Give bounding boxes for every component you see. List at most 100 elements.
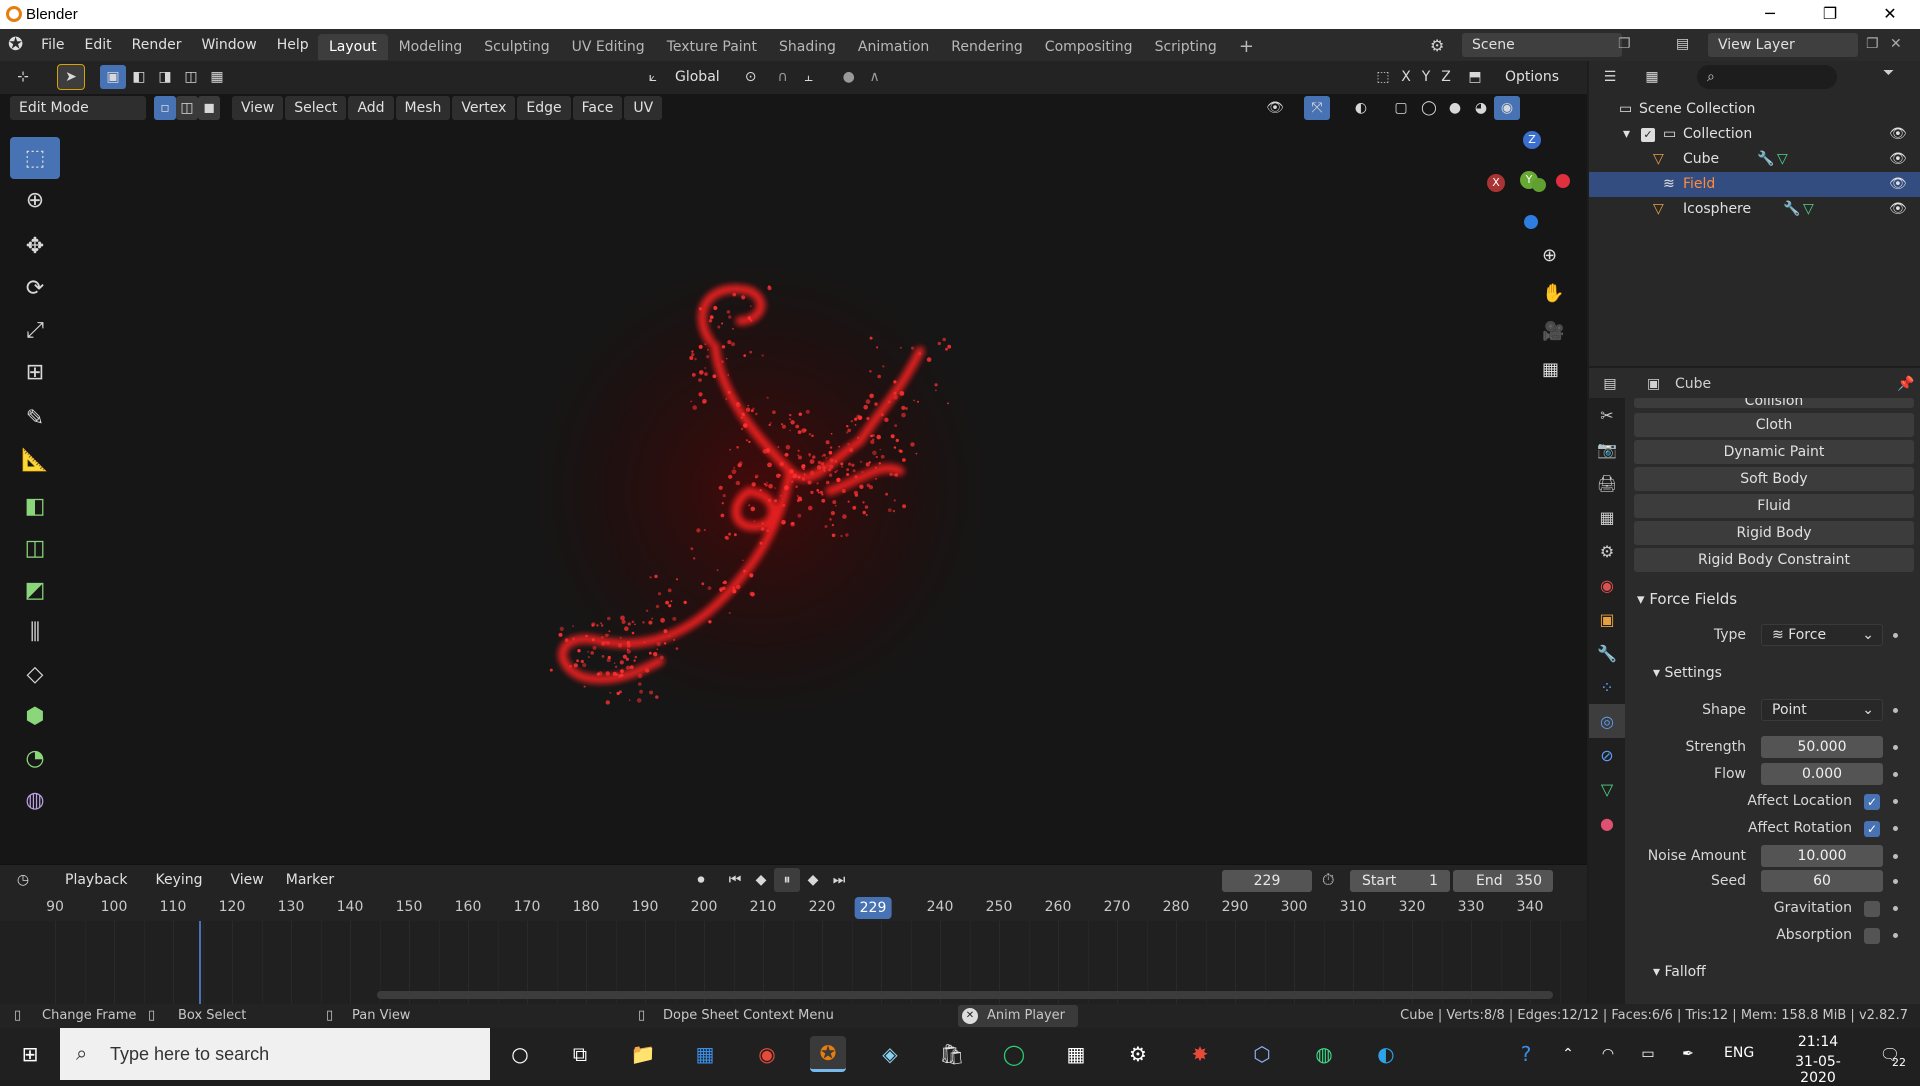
cube-data-icon[interactable]: ▽ bbox=[1777, 147, 1788, 172]
shape-keyframe-dot[interactable] bbox=[1893, 708, 1898, 713]
visibility-icon[interactable]: 👁 bbox=[1262, 96, 1288, 120]
rigid-body-constraint-button[interactable]: Rigid Body Constraint bbox=[1634, 548, 1914, 572]
transform-tool-icon[interactable]: ⊞ bbox=[10, 351, 60, 393]
snap-target-icon[interactable]: ⫠ bbox=[796, 65, 822, 89]
face-select-icon[interactable]: ◼ bbox=[198, 96, 220, 120]
particles-tab-icon[interactable]: ⁘ bbox=[1589, 670, 1625, 704]
knife-tool-icon[interactable]: ◇ bbox=[10, 653, 60, 695]
loop-cut-tool-icon[interactable]: ⫼ bbox=[10, 611, 60, 653]
tab-sculpting[interactable]: Sculpting bbox=[473, 34, 560, 60]
select-invert-icon[interactable]: ◫ bbox=[178, 65, 204, 89]
outliner-editor-type-icon[interactable]: ☰ bbox=[1597, 65, 1623, 89]
type-keyframe-dot[interactable] bbox=[1893, 633, 1898, 638]
tab-rendering[interactable]: Rendering bbox=[940, 34, 1034, 60]
outliner-item-cube[interactable]: ▽ Cube 🔧 ▽ 👁 bbox=[1589, 147, 1920, 172]
timeline-ruler[interactable]: 90 100 110 120 130 140 150 160 170 180 190 200 210 22… bbox=[0, 895, 1587, 921]
falloff-header[interactable]: ▾ Falloff bbox=[1653, 964, 1706, 980]
select-extend-icon[interactable]: ◧ bbox=[126, 65, 152, 89]
cloth-button[interactable]: Cloth bbox=[1634, 413, 1914, 437]
app-star-icon[interactable]: ✸ bbox=[1182, 1036, 1218, 1072]
ortho-grid-icon[interactable]: ▦ bbox=[1542, 359, 1559, 380]
camera-view-icon[interactable]: 🎥 bbox=[1542, 321, 1564, 342]
material-tab-icon[interactable]: ● bbox=[1589, 806, 1625, 840]
menu-timeline-view[interactable]: View bbox=[222, 868, 273, 892]
pivot-icon[interactable]: ⊙ bbox=[738, 65, 764, 89]
options-dropdown[interactable]: Options bbox=[1496, 65, 1568, 89]
filter-icon[interactable]: ⏷ bbox=[1883, 65, 1894, 81]
extrude-tool-icon[interactable]: ◧ bbox=[10, 485, 60, 527]
menu-view[interactable]: View bbox=[232, 96, 284, 120]
gizmo-x-axis[interactable]: X bbox=[1487, 174, 1505, 192]
cancel-job-icon[interactable]: ✕ bbox=[962, 1008, 978, 1024]
collection-visibility-icon[interactable]: 👁 bbox=[1889, 122, 1907, 147]
scene-selector[interactable]: Scene bbox=[1462, 33, 1622, 57]
tool-tab-icon[interactable]: ✂ bbox=[1589, 398, 1625, 432]
move-tool-icon[interactable]: ✥ bbox=[10, 225, 60, 267]
vertex-select-icon[interactable]: ▫ bbox=[154, 96, 176, 120]
affect-location-keyframe-dot[interactable] bbox=[1893, 799, 1898, 804]
icosphere-data-icon[interactable]: ▽ bbox=[1803, 197, 1814, 222]
prev-keyframe-icon[interactable]: ◆ bbox=[748, 868, 774, 892]
menu-mesh[interactable]: Mesh bbox=[395, 96, 451, 120]
cortana-icon[interactable]: ○ bbox=[502, 1036, 538, 1072]
jump-start-icon[interactable]: ⏮ bbox=[722, 868, 748, 892]
menu-playback[interactable]: Playback bbox=[56, 868, 136, 892]
pin-icon[interactable]: 📌 bbox=[1897, 372, 1914, 396]
outliner-item-field[interactable]: ≋ Field 👁 bbox=[1589, 172, 1920, 197]
select-intersect-icon[interactable]: ▦ bbox=[204, 65, 230, 89]
calculator-icon[interactable]: ▦ bbox=[1058, 1036, 1094, 1072]
xray-icon[interactable]: ▢ bbox=[1388, 96, 1414, 120]
scene-tab-icon[interactable]: ⚙ bbox=[1589, 534, 1625, 568]
tab-uv-editing[interactable]: UV Editing bbox=[561, 34, 656, 60]
material-shading-icon[interactable]: ◕ bbox=[1468, 96, 1494, 120]
menu-render[interactable]: Render bbox=[122, 29, 192, 61]
properties-editor-type-icon[interactable]: ▤ bbox=[1597, 372, 1623, 396]
rendered-shading-icon[interactable]: ◉ bbox=[1494, 96, 1520, 120]
record-icon[interactable]: ⏺ bbox=[688, 868, 714, 892]
zoom-icon[interactable]: ⊕ bbox=[1542, 245, 1557, 266]
menu-keying[interactable]: Keying bbox=[146, 868, 211, 892]
force-fields-header[interactable]: ▾ Force Fields bbox=[1637, 590, 1737, 608]
absorption-keyframe-dot[interactable] bbox=[1893, 933, 1898, 938]
navigation-gizmo[interactable]: Z X Y bbox=[1470, 131, 1587, 281]
next-keyframe-icon[interactable]: ◆ bbox=[800, 868, 826, 892]
smooth-tool-icon[interactable]: ◍ bbox=[10, 779, 60, 821]
menu-select[interactable]: Select bbox=[285, 96, 347, 120]
calendar-app-icon[interactable]: ▦ bbox=[687, 1036, 723, 1072]
gizmo-x-positive[interactable] bbox=[1556, 174, 1570, 188]
current-frame-field[interactable]: 229 bbox=[1222, 870, 1312, 892]
tab-animation[interactable]: Animation bbox=[847, 34, 940, 60]
help-icon[interactable]: ? bbox=[1508, 1036, 1544, 1072]
pan-hand-icon[interactable]: ✋ bbox=[1542, 283, 1564, 304]
store-icon[interactable]: 🛍 bbox=[934, 1036, 970, 1072]
start-frame-field[interactable]: Start 1 bbox=[1350, 870, 1450, 892]
axis-z-toggle[interactable]: Z bbox=[1436, 65, 1456, 89]
absorption-checkbox[interactable] bbox=[1864, 928, 1880, 944]
edge-select-icon[interactable]: ◫ bbox=[176, 96, 198, 120]
tab-layout[interactable]: Layout bbox=[318, 33, 388, 60]
affect-rotation-checkbox[interactable]: ✓ bbox=[1864, 821, 1880, 837]
notes-app-icon[interactable]: ◈ bbox=[872, 1036, 908, 1072]
battery-icon[interactable]: ▭ bbox=[1630, 1036, 1666, 1072]
select-subtract-icon[interactable]: ◨ bbox=[152, 65, 178, 89]
type-dropdown[interactable]: ≋ Force ⌄ bbox=[1761, 624, 1883, 646]
cube-visibility-icon[interactable]: 👁 bbox=[1889, 147, 1907, 172]
solid-shading-icon[interactable]: ● bbox=[1442, 96, 1468, 120]
menu-window[interactable]: Window bbox=[192, 29, 267, 61]
rigid-body-button[interactable]: Rigid Body bbox=[1634, 521, 1914, 545]
menu-face[interactable]: Face bbox=[572, 96, 623, 120]
new-view-layer-icon[interactable]: ❐ bbox=[1866, 36, 1879, 52]
tab-scripting[interactable]: Scripting bbox=[1144, 34, 1228, 60]
select-box-tool-icon[interactable]: ⬚ bbox=[10, 137, 60, 179]
timeline-editor[interactable]: ◷ Playback Keying View Marker ⏺ ⏮ ◆ ⏸ ◆ … bbox=[0, 864, 1620, 1005]
select-box-icon[interactable]: ▣ bbox=[100, 65, 126, 89]
minimize-button[interactable]: ─ bbox=[1740, 0, 1800, 29]
blender-menu-icon[interactable]: ✪ bbox=[0, 29, 31, 61]
render-tab-icon[interactable]: 📷 bbox=[1589, 432, 1625, 466]
maximize-button[interactable]: ❐ bbox=[1800, 0, 1860, 29]
scale-tool-icon[interactable]: ⤢ bbox=[10, 309, 60, 351]
mode-dropdown[interactable]: Edit Mode bbox=[10, 96, 146, 120]
viewport-3d[interactable]: ⊹ ➤ ▣ ◧ ◨ ◫ ▦ ⟀ Global ⊙ ∩ ⫠ ● ∧ ⬚ X Y Z… bbox=[0, 61, 1587, 864]
scene-icon[interactable]: ⚙ bbox=[1430, 36, 1444, 55]
outliner-collection[interactable]: ▾ ✓ ▭ Collection 👁 bbox=[1589, 122, 1920, 147]
